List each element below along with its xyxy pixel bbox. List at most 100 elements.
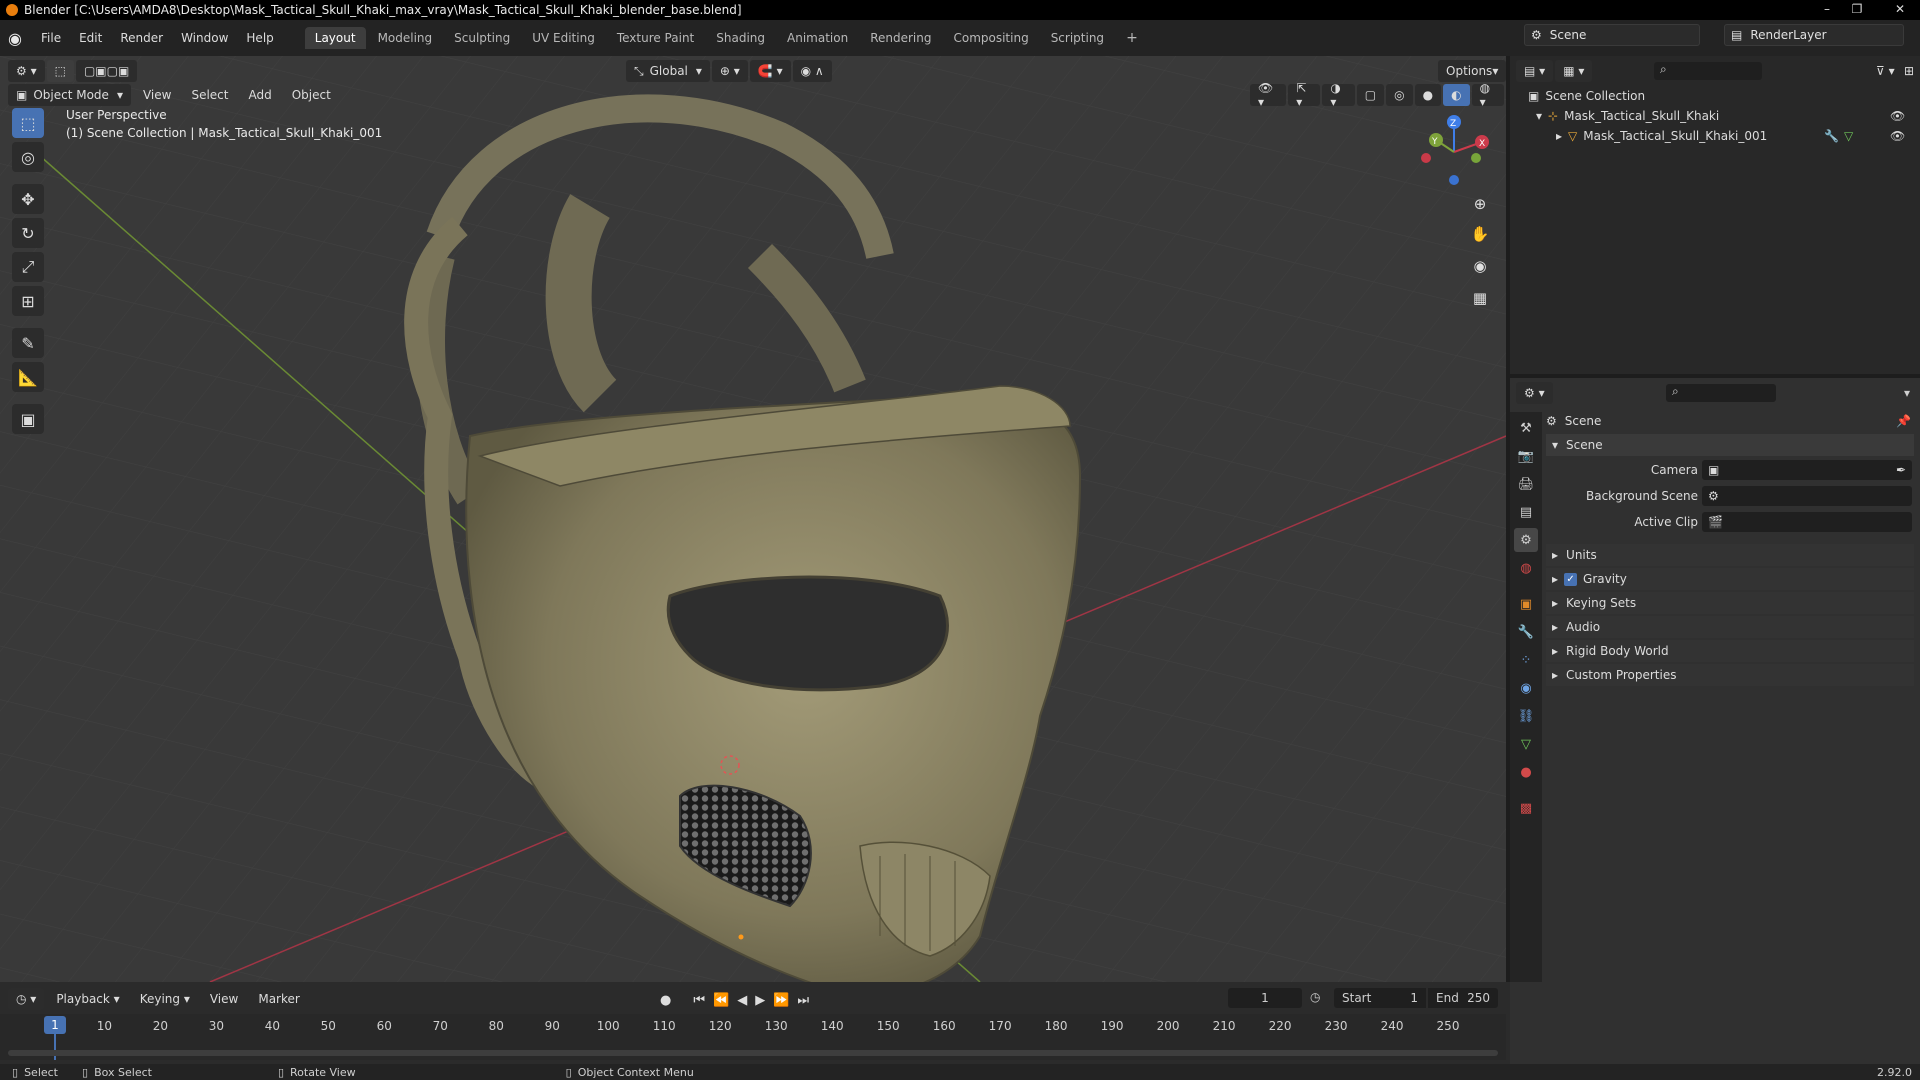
- add-workspace-button[interactable]: +: [1116, 26, 1148, 50]
- overlays-icon[interactable]: ◑ ▾: [1322, 81, 1355, 109]
- select-mode-icon[interactable]: ⬚: [46, 60, 74, 82]
- viewport-menu-add[interactable]: Add: [238, 88, 281, 102]
- shading-wireframe-icon[interactable]: ◎: [1386, 84, 1413, 106]
- navigation-gizmo[interactable]: Z X Y: [1410, 108, 1500, 198]
- menu-window[interactable]: Window: [172, 31, 237, 45]
- tab-texture-paint[interactable]: Texture Paint: [607, 27, 704, 49]
- restore-button[interactable]: ❐: [1842, 0, 1872, 20]
- minimize-button[interactable]: –: [1812, 0, 1842, 20]
- tab-modeling[interactable]: Modeling: [368, 27, 443, 49]
- tab-rendering[interactable]: Rendering: [860, 27, 941, 49]
- gravity-panel[interactable]: ▸ ✓ Gravity: [1546, 568, 1914, 590]
- tab-compositing[interactable]: Compositing: [943, 27, 1038, 49]
- texture-tab-icon[interactable]: ▩: [1514, 796, 1538, 820]
- tab-sculpting[interactable]: Sculpting: [444, 27, 520, 49]
- expand-arrow-icon[interactable]: ▸: [1556, 129, 1562, 143]
- output-tab-icon[interactable]: 🖨: [1514, 472, 1538, 496]
- measure-tool-icon[interactable]: 📐: [12, 362, 44, 392]
- tool-tab-icon[interactable]: ⚒: [1514, 416, 1538, 440]
- world-tab-icon[interactable]: ◍: [1514, 556, 1538, 580]
- snap-icon[interactable]: 🧲 ▾: [749, 60, 791, 82]
- annotate-tool-icon[interactable]: ✎: [12, 328, 44, 358]
- selection-modes[interactable]: ▢▣▢▣: [75, 60, 138, 82]
- chevron-down-icon[interactable]: ▾: [1904, 386, 1910, 400]
- zoom-icon[interactable]: ⊕: [1466, 190, 1494, 218]
- tab-animation[interactable]: Animation: [777, 27, 858, 49]
- menu-edit[interactable]: Edit: [70, 31, 111, 45]
- cursor-tool-icon[interactable]: ◎: [12, 142, 44, 172]
- eye-icon[interactable]: 👁: [1890, 129, 1905, 143]
- gravity-checkbox[interactable]: ✓: [1564, 572, 1578, 586]
- pan-hand-icon[interactable]: ✋: [1466, 220, 1494, 248]
- options-dropdown[interactable]: Options ▾: [1438, 60, 1507, 82]
- gizmo-neg-z-icon[interactable]: [1449, 175, 1459, 185]
- visibility-icon[interactable]: 👁 ▾: [1250, 81, 1287, 109]
- view-layer-tab-icon[interactable]: ▤: [1514, 500, 1538, 524]
- scene-tab-icon[interactable]: ⚙: [1514, 528, 1538, 552]
- xray-icon[interactable]: ▢: [1356, 84, 1385, 106]
- properties-editor-type-icon[interactable]: ⚙ ▾: [1516, 382, 1553, 404]
- background-scene-field[interactable]: [1702, 486, 1912, 506]
- active-clip-field[interactable]: [1702, 512, 1912, 532]
- filter-icon[interactable]: ⊽ ▾: [1876, 64, 1895, 78]
- pin-icon[interactable]: 📌: [1896, 414, 1911, 428]
- add-cube-tool-icon[interactable]: ▣: [12, 404, 44, 434]
- outliner-scene-collection[interactable]: ▣ Scene Collection: [1528, 86, 1645, 106]
- properties-search-input[interactable]: ⌕: [1666, 384, 1776, 402]
- scale-tool-icon[interactable]: ⤢: [12, 252, 44, 282]
- display-mode-icon[interactable]: ▦ ▾: [1555, 60, 1593, 82]
- outliner-editor-type-icon[interactable]: ▤ ▾: [1516, 60, 1554, 82]
- mode-dropdown[interactable]: ▣ Object Mode ▾: [8, 84, 131, 106]
- object-tab-icon[interactable]: ▣: [1514, 592, 1538, 616]
- timeline-scrollbar[interactable]: [8, 1050, 1498, 1056]
- gizmo-neg-y-icon[interactable]: [1471, 153, 1481, 163]
- playhead[interactable]: 1: [44, 1016, 66, 1034]
- expand-arrow-icon[interactable]: ▾: [1536, 109, 1542, 123]
- camera-view-icon[interactable]: ◉: [1466, 252, 1494, 280]
- gizmo-toggle-icon[interactable]: ⇱ ▾: [1288, 81, 1321, 109]
- shading-material-icon[interactable]: ◐: [1443, 84, 1470, 106]
- menu-render[interactable]: Render: [111, 31, 172, 45]
- rigid-body-world-panel[interactable]: ▸ Rigid Body World: [1546, 640, 1914, 662]
- audio-panel[interactable]: ▸ Audio: [1546, 616, 1914, 638]
- material-tab-icon[interactable]: ●: [1514, 760, 1538, 784]
- outliner-object-row[interactable]: ▸ ▽ Mask_Tactical_Skull_Khaki_001 🔧 ▽ 👁: [1556, 126, 1912, 146]
- modifier-wrench-icon[interactable]: 🔧: [1824, 129, 1839, 143]
- data-tab-icon[interactable]: ▽: [1514, 732, 1538, 756]
- menu-file[interactable]: File: [32, 31, 70, 45]
- scene-panel-header[interactable]: ▾ Scene: [1546, 434, 1914, 456]
- view-layer-selector[interactable]: ▤ RenderLayer: [1724, 24, 1904, 46]
- tab-shading[interactable]: Shading: [706, 27, 775, 49]
- ortho-grid-icon[interactable]: ▦: [1466, 284, 1494, 312]
- shading-rendered-icon[interactable]: ◍ ▾: [1471, 81, 1504, 109]
- rotate-tool-icon[interactable]: ↻: [12, 218, 44, 248]
- close-window-button[interactable]: ✕: [1880, 0, 1920, 20]
- viewport-menu-object[interactable]: Object: [282, 88, 341, 102]
- eyedropper-icon[interactable]: ✒: [1896, 463, 1906, 477]
- outliner-search-input[interactable]: ⌕: [1654, 62, 1762, 80]
- new-collection-icon[interactable]: ⊞: [1904, 64, 1914, 78]
- shading-solid-icon[interactable]: ●: [1414, 84, 1442, 106]
- gizmo-neg-x-icon[interactable]: [1421, 153, 1431, 163]
- mesh-data-icon[interactable]: ▽: [1844, 129, 1853, 143]
- constraints-tab-icon[interactable]: ⛓: [1514, 704, 1538, 728]
- transform-orientation-dropdown[interactable]: ⤡ Global ▾: [626, 60, 710, 82]
- move-tool-icon[interactable]: ✥: [12, 184, 44, 214]
- tab-scripting[interactable]: Scripting: [1041, 27, 1114, 49]
- camera-field[interactable]: [1702, 460, 1912, 480]
- 3d-viewport[interactable]: User Perspective (1) Scene Collection | …: [0, 56, 1506, 982]
- modifiers-tab-icon[interactable]: 🔧: [1514, 620, 1538, 644]
- outliner-collection-row[interactable]: ▾ ⊹ Mask_Tactical_Skull_Khaki 👁: [1536, 106, 1912, 126]
- physics-tab-icon[interactable]: ◉: [1514, 676, 1538, 700]
- custom-properties-panel[interactable]: ▸ Custom Properties: [1546, 664, 1914, 686]
- transform-tool-icon[interactable]: ⊞: [12, 286, 44, 316]
- tab-uv-editing[interactable]: UV Editing: [522, 27, 605, 49]
- units-panel[interactable]: ▸ Units: [1546, 544, 1914, 566]
- eye-icon[interactable]: 👁: [1890, 109, 1905, 123]
- menu-help[interactable]: Help: [237, 31, 282, 45]
- scene-selector[interactable]: ⚙ Scene: [1524, 24, 1700, 46]
- tab-layout[interactable]: Layout: [304, 27, 366, 49]
- pivot-point-icon[interactable]: ⊕ ▾: [711, 60, 748, 82]
- blender-menu-icon[interactable]: ◉: [8, 29, 32, 48]
- viewport-menu-view[interactable]: View: [133, 88, 181, 102]
